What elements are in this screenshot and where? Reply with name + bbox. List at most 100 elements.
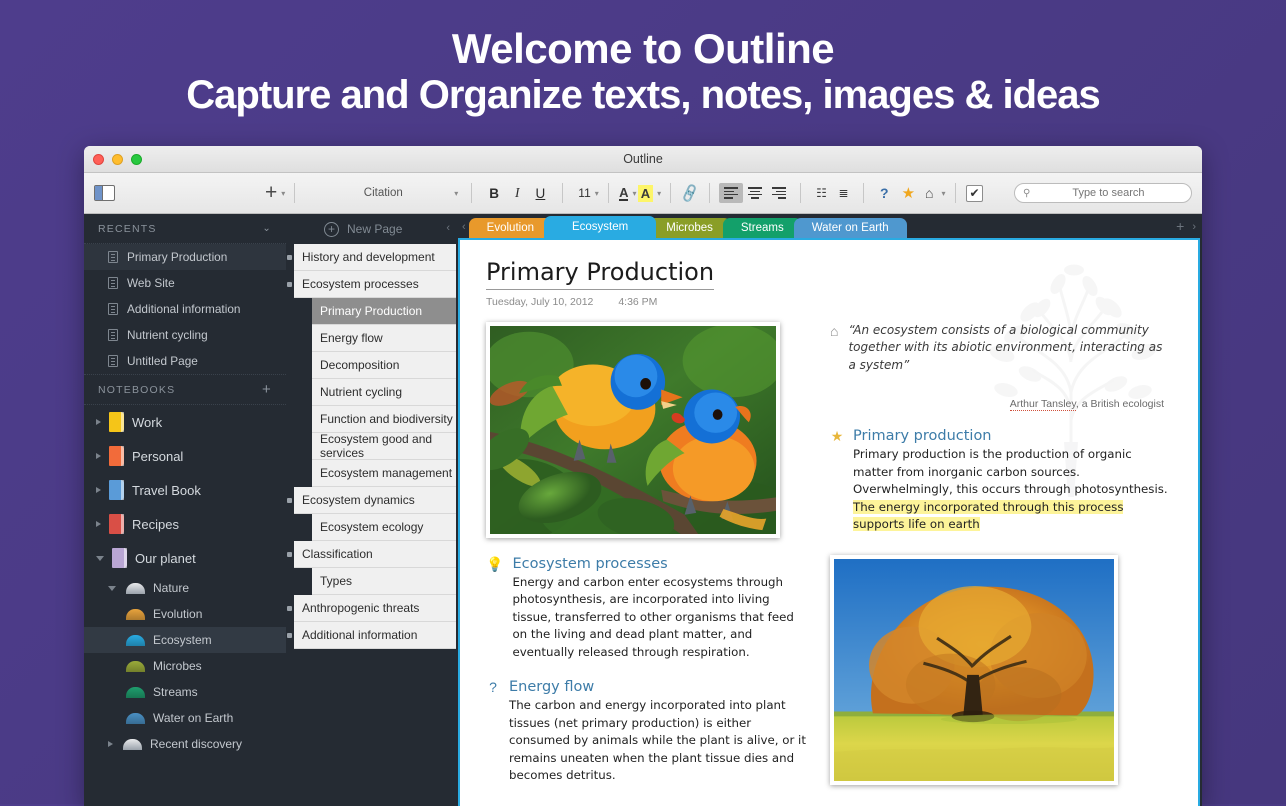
page-item-label: Types	[320, 574, 352, 588]
recent-item[interactable]: Web Site	[84, 270, 286, 296]
notebook-icon	[109, 412, 124, 432]
triangle-right-icon[interactable]	[108, 741, 113, 747]
recent-item[interactable]: Nutrient cycling	[84, 322, 286, 348]
window-controls[interactable]	[93, 154, 142, 165]
notebook-child-item[interactable]: Evolution	[84, 601, 286, 627]
highlight-color-button[interactable]: A ▾	[638, 182, 661, 204]
page-list-item[interactable]: Energy flow	[312, 325, 456, 352]
rainbow-lorikeets-photo[interactable]	[486, 322, 780, 538]
triangle-down-icon[interactable]	[108, 586, 116, 591]
document-pane[interactable]: Primary Production Tuesday, July 10, 201…	[458, 238, 1200, 806]
text-color-icon: A	[619, 186, 628, 201]
document-content: Primary Production Tuesday, July 10, 201…	[460, 240, 1198, 803]
align-left-button[interactable]	[719, 183, 743, 203]
notebook-child-item[interactable]: Water on Earth	[84, 705, 286, 731]
tabs-scroll-left-icon[interactable]: ‹	[460, 221, 469, 238]
recent-item[interactable]: Untitled Page	[84, 348, 286, 374]
tab-microbes[interactable]: Microbes	[648, 218, 731, 238]
minimize-window-button[interactable]	[112, 154, 123, 165]
notebook-child-label: Recent discovery	[150, 737, 242, 751]
new-page-button[interactable]: + New Page	[286, 214, 456, 244]
bold-button[interactable]: B	[481, 182, 507, 204]
page-list-item[interactable]: Additional information	[294, 622, 456, 649]
page-bullet-icon	[287, 633, 292, 638]
star-tag-button[interactable]: ★	[896, 182, 921, 204]
notebook-stack-icon	[126, 687, 145, 698]
font-size-select[interactable]: 11 ▾	[572, 182, 598, 204]
triangle-down-icon[interactable]	[96, 556, 104, 561]
block-paragraph: Primary production is the production of …	[853, 446, 1172, 533]
triangle-right-icon[interactable]	[96, 453, 101, 459]
notebook-child-item[interactable]: Ecosystem	[84, 627, 286, 653]
tab-evolution[interactable]: Evolution	[469, 218, 552, 238]
page-list-item[interactable]: Anthropogenic threats	[294, 595, 456, 622]
triangle-right-icon[interactable]	[96, 419, 101, 425]
notebook-item[interactable]: Recipes	[84, 507, 286, 541]
close-window-button[interactable]	[93, 154, 104, 165]
page-bullet-icon	[287, 552, 292, 557]
page-list-item[interactable]: Ecosystem dynamics	[294, 487, 456, 514]
lightbulb-icon[interactable]: 💡	[486, 556, 503, 661]
align-center-button[interactable]	[743, 183, 767, 203]
page-list-item[interactable]: Ecosystem ecology	[312, 514, 456, 541]
page-list-item[interactable]: Classification	[294, 541, 456, 568]
notebook-child-item[interactable]: Nature	[84, 575, 286, 601]
notebook-child-item[interactable]: Microbes	[84, 653, 286, 679]
page-item-label: Ecosystem processes	[302, 277, 419, 291]
insert-link-button[interactable]: 🔗	[680, 182, 700, 204]
page-list-item[interactable]: Types	[312, 568, 456, 595]
page-list-item[interactable]: Primary Production	[312, 298, 456, 325]
recent-item[interactable]: Primary Production	[84, 244, 286, 270]
page-list-item[interactable]: Ecosystem good and services	[312, 433, 456, 460]
underline-button[interactable]: U	[528, 182, 554, 204]
page-list-item[interactable]: Decomposition	[312, 352, 456, 379]
page-title[interactable]: Primary Production	[486, 258, 714, 290]
triangle-right-icon[interactable]	[96, 487, 101, 493]
tabs-scroll-right-icon[interactable]: ›	[1190, 221, 1202, 238]
search-input[interactable]	[1036, 187, 1183, 199]
page-item-label: Ecosystem ecology	[320, 520, 423, 534]
page-list-item[interactable]: History and development	[294, 244, 456, 271]
align-right-icon	[772, 186, 786, 200]
chevron-down-icon[interactable]: ⌄	[262, 223, 272, 234]
autumn-tree-photo[interactable]	[830, 555, 1118, 785]
notebook-icon	[109, 480, 124, 500]
align-right-button[interactable]	[767, 183, 791, 203]
sidebar-toggle-button[interactable]	[94, 182, 115, 204]
recent-item-label: Nutrient cycling	[127, 328, 208, 342]
italic-button[interactable]: I	[507, 182, 528, 204]
notebook-label: Our planet	[135, 551, 196, 566]
page-list-item[interactable]: Function and biodiversity	[312, 406, 456, 433]
home-tag-button[interactable]: ⌂ ▾	[921, 182, 945, 204]
tab-ecosystem[interactable]: Ecosystem	[544, 216, 656, 238]
notebook-item[interactable]: Travel Book	[84, 473, 286, 507]
question-tag-button[interactable]: ?	[873, 182, 896, 204]
tab-water-on-earth[interactable]: Water on Earth	[794, 218, 907, 238]
recent-item[interactable]: Additional information	[84, 296, 286, 322]
page-list-item[interactable]: Nutrient cycling	[312, 379, 456, 406]
notebook-child-item[interactable]: Streams	[84, 679, 286, 705]
paragraph-style-select[interactable]: Citation ▾	[304, 183, 462, 204]
numbered-list-button[interactable]: ≣	[832, 182, 854, 204]
bulleted-list-button[interactable]: ☷	[810, 182, 832, 204]
add-button[interactable]: + ▾	[265, 182, 285, 204]
notebook-item[interactable]: Our planet	[84, 541, 286, 575]
text-color-button[interactable]: A ▾	[618, 182, 638, 204]
triangle-right-icon[interactable]	[96, 521, 101, 527]
notebook-item[interactable]: Personal	[84, 439, 286, 473]
question-icon[interactable]: ?	[486, 679, 500, 784]
attribution-rest: , a British ecologist	[1076, 398, 1164, 410]
maximize-window-button[interactable]	[131, 154, 142, 165]
notebook-child-item[interactable]: Recent discovery	[84, 731, 286, 757]
checkbox-button[interactable]: ✔	[965, 182, 985, 204]
add-tab-button[interactable]: +	[1176, 218, 1190, 238]
page-list-item[interactable]: Ecosystem management	[312, 460, 456, 487]
add-notebook-button[interactable]: +	[262, 383, 272, 397]
recents-section-header[interactable]: RECENTS ⌄	[84, 214, 286, 244]
star-icon[interactable]: ★	[830, 428, 844, 533]
collapse-page-list-icon[interactable]: ‹	[446, 222, 450, 234]
notebook-item[interactable]: Work	[84, 405, 286, 439]
search-field[interactable]: ⚲	[1014, 183, 1192, 203]
tab-streams[interactable]: Streams	[723, 218, 802, 238]
page-list-item[interactable]: Ecosystem processes	[294, 271, 456, 298]
